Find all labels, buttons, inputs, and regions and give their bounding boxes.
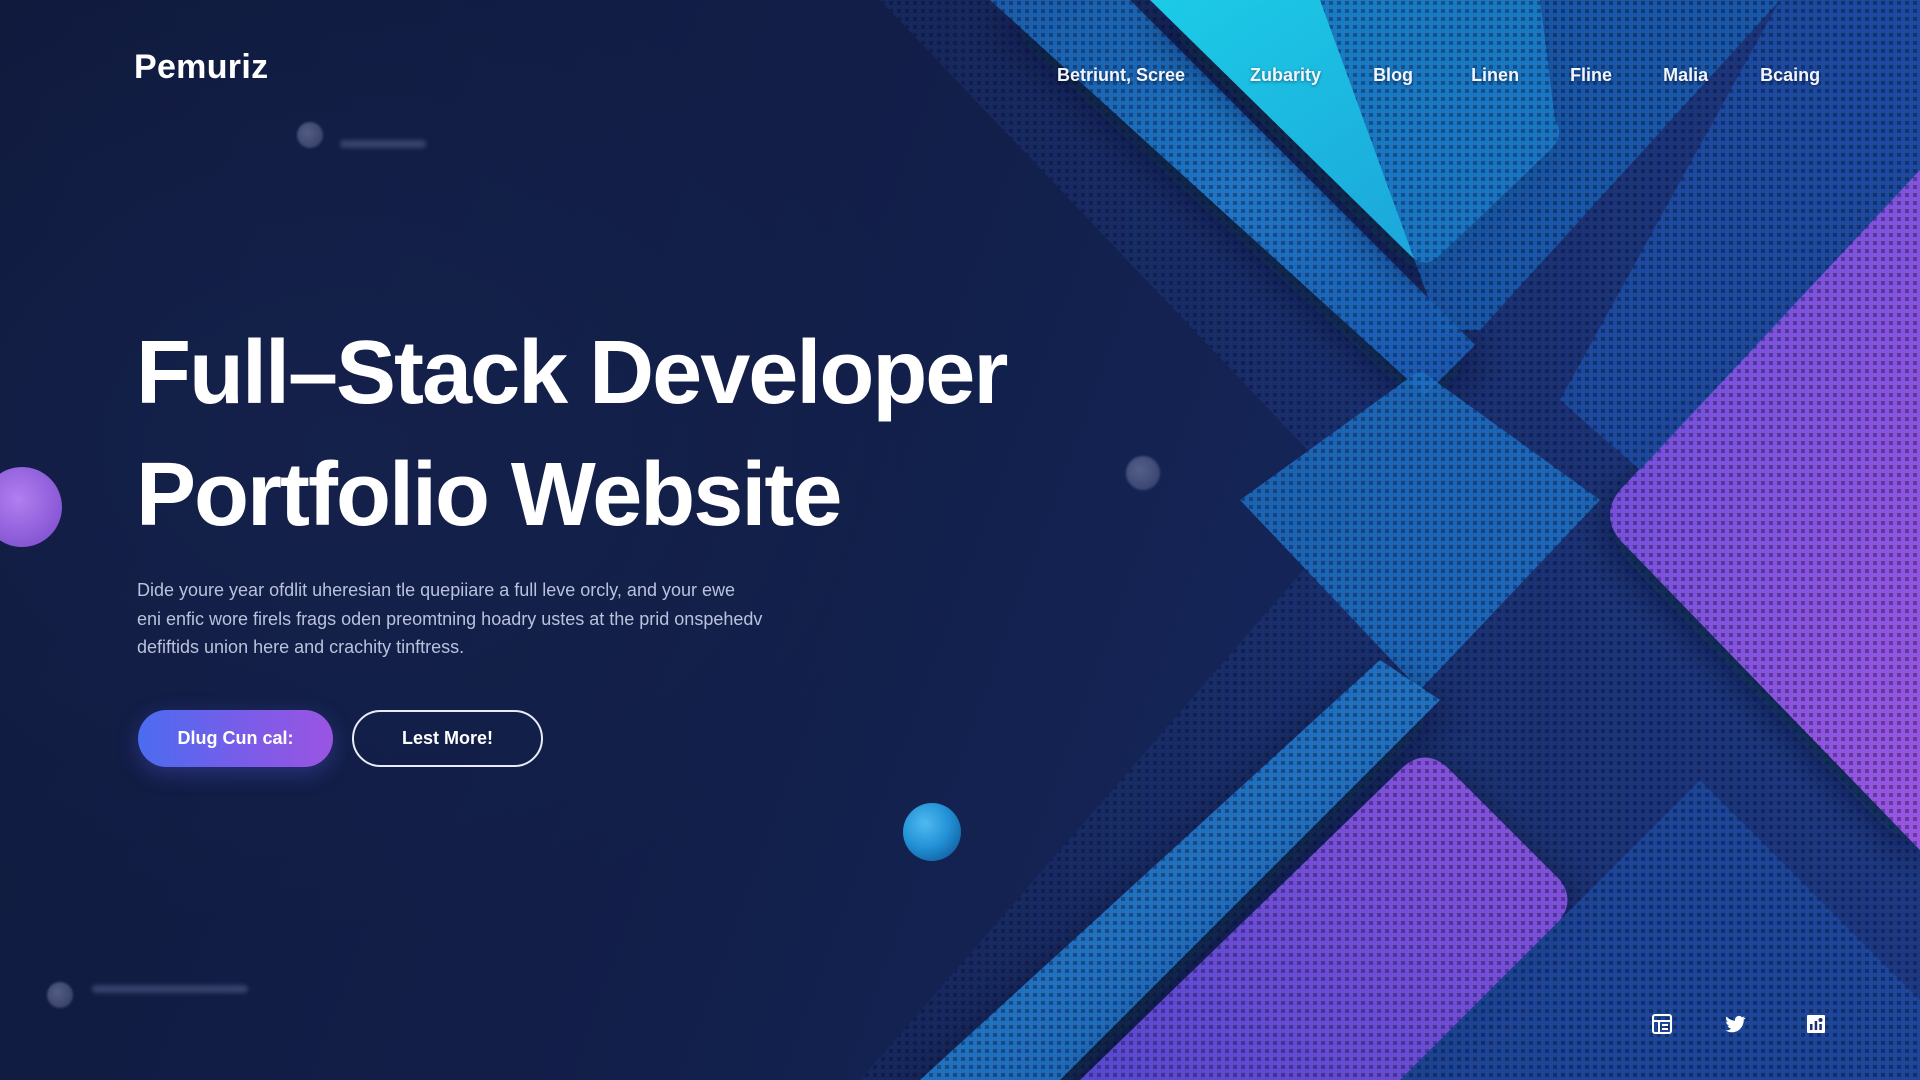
nav-item-blog[interactable]: Blog [1373, 65, 1413, 86]
nav-item-fline[interactable]: Fline [1570, 65, 1612, 86]
nav-item-betriunt-scree[interactable]: Betriunt, Scree [1057, 65, 1185, 86]
decorative-dot [297, 122, 323, 148]
nav-item-zubarity[interactable]: Zubarity [1250, 65, 1321, 86]
hero-description-line: eni enfic wore firels frags oden preomtn… [137, 608, 763, 629]
decorative-blur-line [340, 140, 426, 148]
landing-page: Pemuriz Betriunt, Scree Zubarity Blog Li… [0, 0, 1920, 1080]
hero-title-line: Portfolio Website [136, 445, 842, 545]
nav-item-bcaing[interactable]: Bcaing [1760, 65, 1820, 86]
nav-item-malia[interactable]: Malia [1663, 65, 1708, 86]
learn-more-button[interactable]: Lest More! [352, 710, 543, 767]
decorative-dot [47, 982, 73, 1008]
hero-description-line: defiftids union here and crachity tinftr… [137, 637, 465, 657]
hero-title: Full–Stack Developer Portfolio Website [136, 312, 1008, 556]
twitter-icon[interactable] [1719, 1008, 1751, 1040]
hero-description-line: Dide youre year ofdlit uheresian tle que… [137, 580, 735, 600]
brand-logo[interactable]: Pemuriz [134, 48, 268, 87]
hero-description: Dide youre year ofdlit uheresian tle que… [137, 576, 817, 662]
analytics-icon[interactable] [1800, 1008, 1832, 1040]
decorative-blur-line [92, 985, 248, 993]
profile-card-icon[interactable] [1646, 1008, 1678, 1040]
main-nav: Betriunt, Scree Zubarity Blog Linen Flin… [1057, 60, 1820, 90]
nav-item-linen[interactable]: Linen [1471, 65, 1519, 86]
primary-cta-button[interactable]: Dlug Cun cal: [138, 710, 333, 767]
hero-title-line: Full–Stack Developer [136, 323, 1008, 423]
decorative-dot [1126, 456, 1160, 490]
